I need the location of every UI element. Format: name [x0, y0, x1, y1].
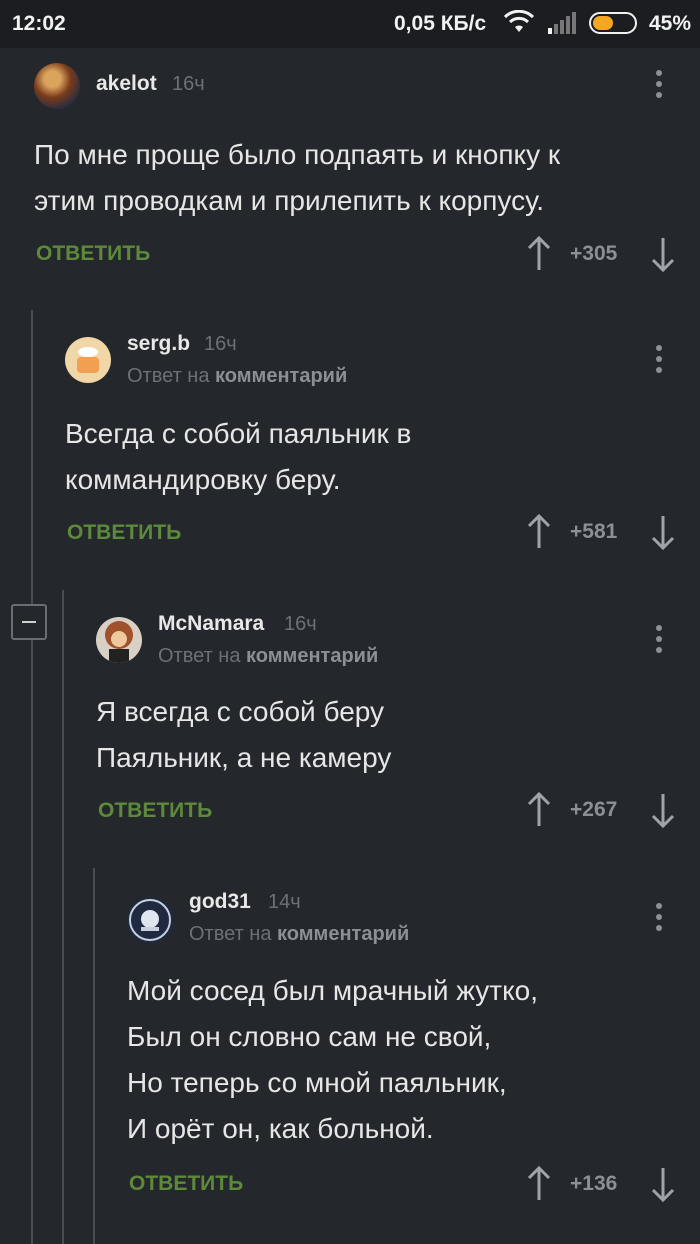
battery-icon [589, 12, 637, 34]
comment-text: Я всегда с собой беру Паяльник, а не кам… [96, 696, 392, 773]
vote-controls: +305 [524, 234, 684, 274]
vote-controls: +581 [524, 512, 684, 552]
reply-button[interactable]: ОТВЕТИТЬ [129, 1172, 243, 1196]
comment-time: 14ч [268, 891, 301, 913]
thread-line-3 [93, 868, 95, 1244]
reply-target-link[interactable]: комментарий [246, 645, 378, 667]
thread-line-1 [31, 310, 33, 1244]
avatar[interactable] [65, 337, 111, 383]
downvote-icon[interactable] [648, 234, 678, 274]
comment-score: +305 [570, 242, 618, 265]
network-speed: 0,05 КБ/с [394, 12, 487, 35]
wifi-icon [504, 10, 534, 32]
comment-score: +136 [570, 1172, 618, 1195]
comment-author[interactable]: McNamara [158, 612, 264, 636]
more-options-icon[interactable] [654, 70, 664, 100]
more-options-icon[interactable] [654, 345, 664, 375]
comment-time: 16ч [204, 333, 237, 355]
thread-line-2 [62, 590, 64, 1244]
reply-target-link[interactable]: комментарий [215, 365, 347, 387]
vote-controls: +267 [524, 790, 684, 830]
avatar[interactable] [34, 63, 80, 109]
downvote-icon[interactable] [648, 790, 678, 830]
vote-controls: +136 [524, 1164, 684, 1204]
comment-author[interactable]: god31 [189, 890, 251, 914]
upvote-icon[interactable] [524, 512, 554, 552]
avatar[interactable] [127, 897, 173, 943]
upvote-icon[interactable] [524, 1164, 554, 1204]
comment-author[interactable]: akelot [96, 72, 157, 96]
comment-score: +267 [570, 798, 618, 821]
reply-prefix: Ответ на [158, 645, 241, 667]
reply-target-link[interactable]: комментарий [277, 923, 409, 945]
comment-time: 16ч [172, 73, 205, 95]
reply-button[interactable]: ОТВЕТИТЬ [67, 521, 181, 545]
comment-author[interactable]: serg.b [127, 332, 190, 356]
comment-time: 16ч [284, 613, 317, 635]
downvote-icon[interactable] [648, 512, 678, 552]
comment-text: По мне проще было подпаять и кнопку к эт… [34, 139, 561, 216]
status-time: 12:02 [12, 12, 66, 35]
reply-button[interactable]: ОТВЕТИТЬ [36, 242, 150, 266]
battery-percent: 45% [649, 12, 692, 35]
reply-prefix: Ответ на [189, 923, 272, 945]
collapse-thread-button[interactable] [11, 604, 47, 640]
more-options-icon[interactable] [654, 903, 664, 933]
status-bar: 12:02 0,05 КБ/с 45% [0, 0, 700, 48]
signal-icon [548, 12, 576, 34]
avatar[interactable] [96, 617, 142, 663]
reply-prefix: Ответ на [127, 365, 210, 387]
reply-to-label: Ответ на комментарий [158, 645, 378, 668]
reply-button[interactable]: ОТВЕТИТЬ [98, 799, 212, 823]
downvote-icon[interactable] [648, 1164, 678, 1204]
upvote-icon[interactable] [524, 790, 554, 830]
more-options-icon[interactable] [654, 625, 664, 655]
comment-score: +581 [570, 520, 618, 543]
comment-text: Мой сосед был мрачный жутко, Был он слов… [127, 975, 539, 1144]
reply-to-label: Ответ на комментарий [127, 365, 347, 388]
comment-text: Всегда с собой паяльник в коммандировку … [65, 418, 412, 495]
reply-to-label: Ответ на комментарий [189, 923, 409, 946]
upvote-icon[interactable] [524, 234, 554, 274]
